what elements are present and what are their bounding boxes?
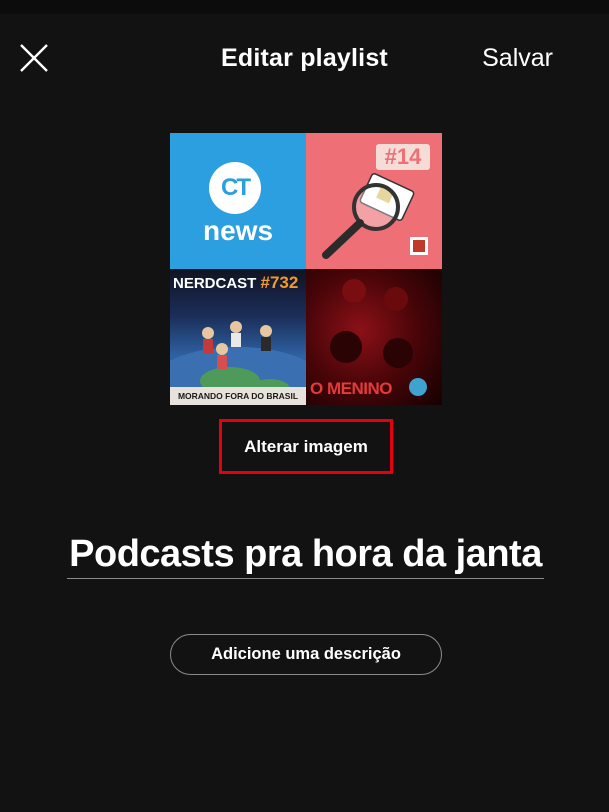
cover-tile-canaltech-news: CT news bbox=[170, 133, 306, 269]
add-description-button[interactable]: Adicione uma descrição bbox=[170, 634, 442, 675]
cover-tile-episode-14: #14 bbox=[306, 133, 442, 269]
cover-tile-nerdcast: NERDCAST #732 MORANDO FORA DO BRASIL bbox=[170, 269, 306, 405]
status-bar bbox=[0, 0, 609, 14]
magnifier-icon bbox=[322, 173, 428, 259]
ct-news-label: news bbox=[202, 215, 274, 246]
cover-tile-o-menino: O MENINO bbox=[306, 269, 442, 405]
playlist-cover-mosaic[interactable]: CT news #14 NERDCAST #732 MORANDO FORA D… bbox=[170, 133, 442, 405]
nerdcast-subtitle: MORANDO FORA DO BRASIL bbox=[170, 387, 306, 405]
o-menino-title: O MENINO bbox=[310, 379, 392, 398]
playlist-name-input[interactable]: Podcasts pra hora da janta bbox=[67, 531, 544, 579]
change-image-button[interactable]: Alterar imagem bbox=[219, 419, 393, 474]
save-button[interactable]: Salvar bbox=[482, 44, 553, 73]
globe-illustration bbox=[170, 321, 306, 405]
ct-logo: CT bbox=[209, 162, 261, 214]
